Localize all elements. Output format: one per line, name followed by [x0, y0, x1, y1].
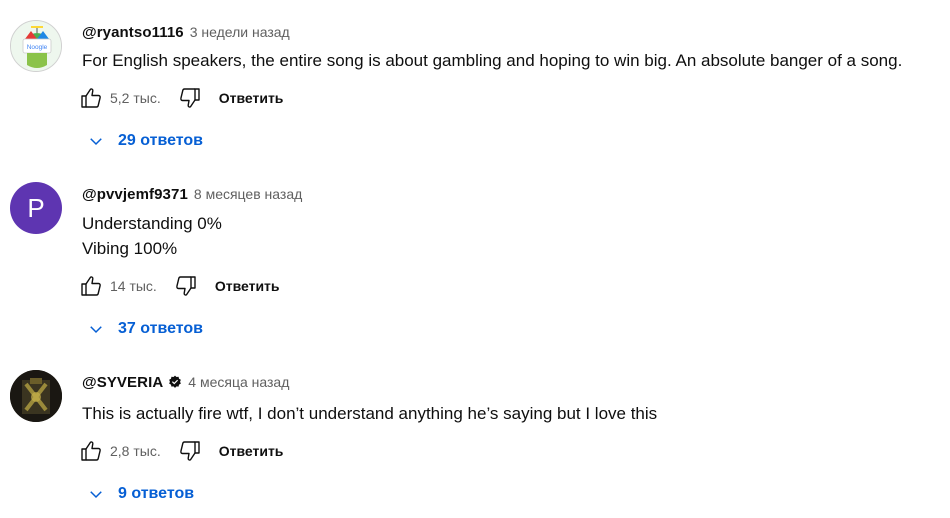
like-count: 5,2 тыс. [110, 90, 161, 106]
reply-button[interactable]: Ответить [219, 90, 284, 106]
dislike-button[interactable] [175, 436, 205, 466]
svg-text:Noogle: Noogle [27, 44, 48, 51]
like-button[interactable] [76, 436, 106, 466]
comment-time[interactable]: 8 месяцев назад [194, 186, 302, 202]
view-replies-button[interactable]: 9 ответов [84, 479, 194, 509]
dislike-button[interactable] [171, 271, 201, 301]
google-propeller-hat-avatar-icon: Noogle [11, 21, 61, 71]
comment-text-line: For English speakers, the entire song is… [82, 51, 903, 70]
comment-text-line: This is actually fire wtf, I don’t under… [82, 404, 658, 423]
comment-header: @SYVERIA 4 месяца назад [82, 372, 289, 392]
thumbs-down-icon [179, 88, 200, 108]
avatar[interactable] [10, 370, 62, 422]
channel-artwork-avatar-icon [10, 370, 62, 422]
comment-text: For English speakers, the entire song is… [82, 48, 902, 73]
thumbs-up-icon [81, 88, 101, 108]
avatar[interactable]: Noogle [10, 20, 62, 72]
verified-badge-icon [168, 375, 182, 389]
dislike-button[interactable] [175, 83, 205, 113]
thumbs-down-icon [179, 441, 200, 461]
comment-text: Understanding 0% Vibing 100% [82, 211, 222, 261]
reply-button[interactable]: Ответить [215, 278, 280, 294]
like-count: 2,8 тыс. [110, 443, 161, 459]
author-name[interactable]: @SYVERIA [82, 374, 163, 391]
comment-text-line: Understanding 0% [82, 214, 222, 233]
comment-actions: 2,8 тыс. Ответить [76, 436, 283, 466]
like-button[interactable] [76, 271, 106, 301]
like-button[interactable] [76, 83, 106, 113]
like-count: 14 тыс. [110, 278, 157, 294]
comment-text-line: Vibing 100% [82, 239, 178, 258]
chevron-down-icon [84, 317, 108, 341]
comment-header: @ryantso1116 3 недели назад [82, 22, 290, 42]
comment-time[interactable]: 3 недели назад [190, 24, 290, 40]
comment-time[interactable]: 4 месяца назад [188, 374, 289, 390]
chevron-down-icon [84, 129, 108, 153]
author-name[interactable]: @ryantso1116 [82, 24, 184, 41]
replies-count-label: 29 ответов [118, 132, 203, 149]
comment-actions: 14 тыс. Ответить [76, 271, 280, 301]
replies-count-label: 9 ответов [118, 485, 195, 502]
view-replies-button[interactable]: 37 ответов [84, 314, 203, 344]
reply-button[interactable]: Ответить [219, 443, 284, 459]
comment-actions: 5,2 тыс. Ответить [76, 83, 283, 113]
comment-header: @pvvjemf9371 8 месяцев назад [82, 184, 302, 204]
thumbs-down-icon [175, 276, 196, 296]
comments-section: Noogle @ryantso1116 3 недели назад For E… [0, 0, 950, 518]
comment-text: This is actually fire wtf, I don’t under… [82, 401, 657, 426]
chevron-down-icon [84, 482, 108, 506]
author-name[interactable]: @pvvjemf9371 [82, 186, 188, 203]
avatar[interactable]: P [10, 182, 62, 234]
replies-count-label: 37 ответов [118, 320, 203, 337]
view-replies-button[interactable]: 29 ответов [84, 126, 203, 156]
thumbs-up-icon [81, 441, 101, 461]
thumbs-up-icon [81, 276, 101, 296]
avatar-letter: P [27, 192, 45, 223]
